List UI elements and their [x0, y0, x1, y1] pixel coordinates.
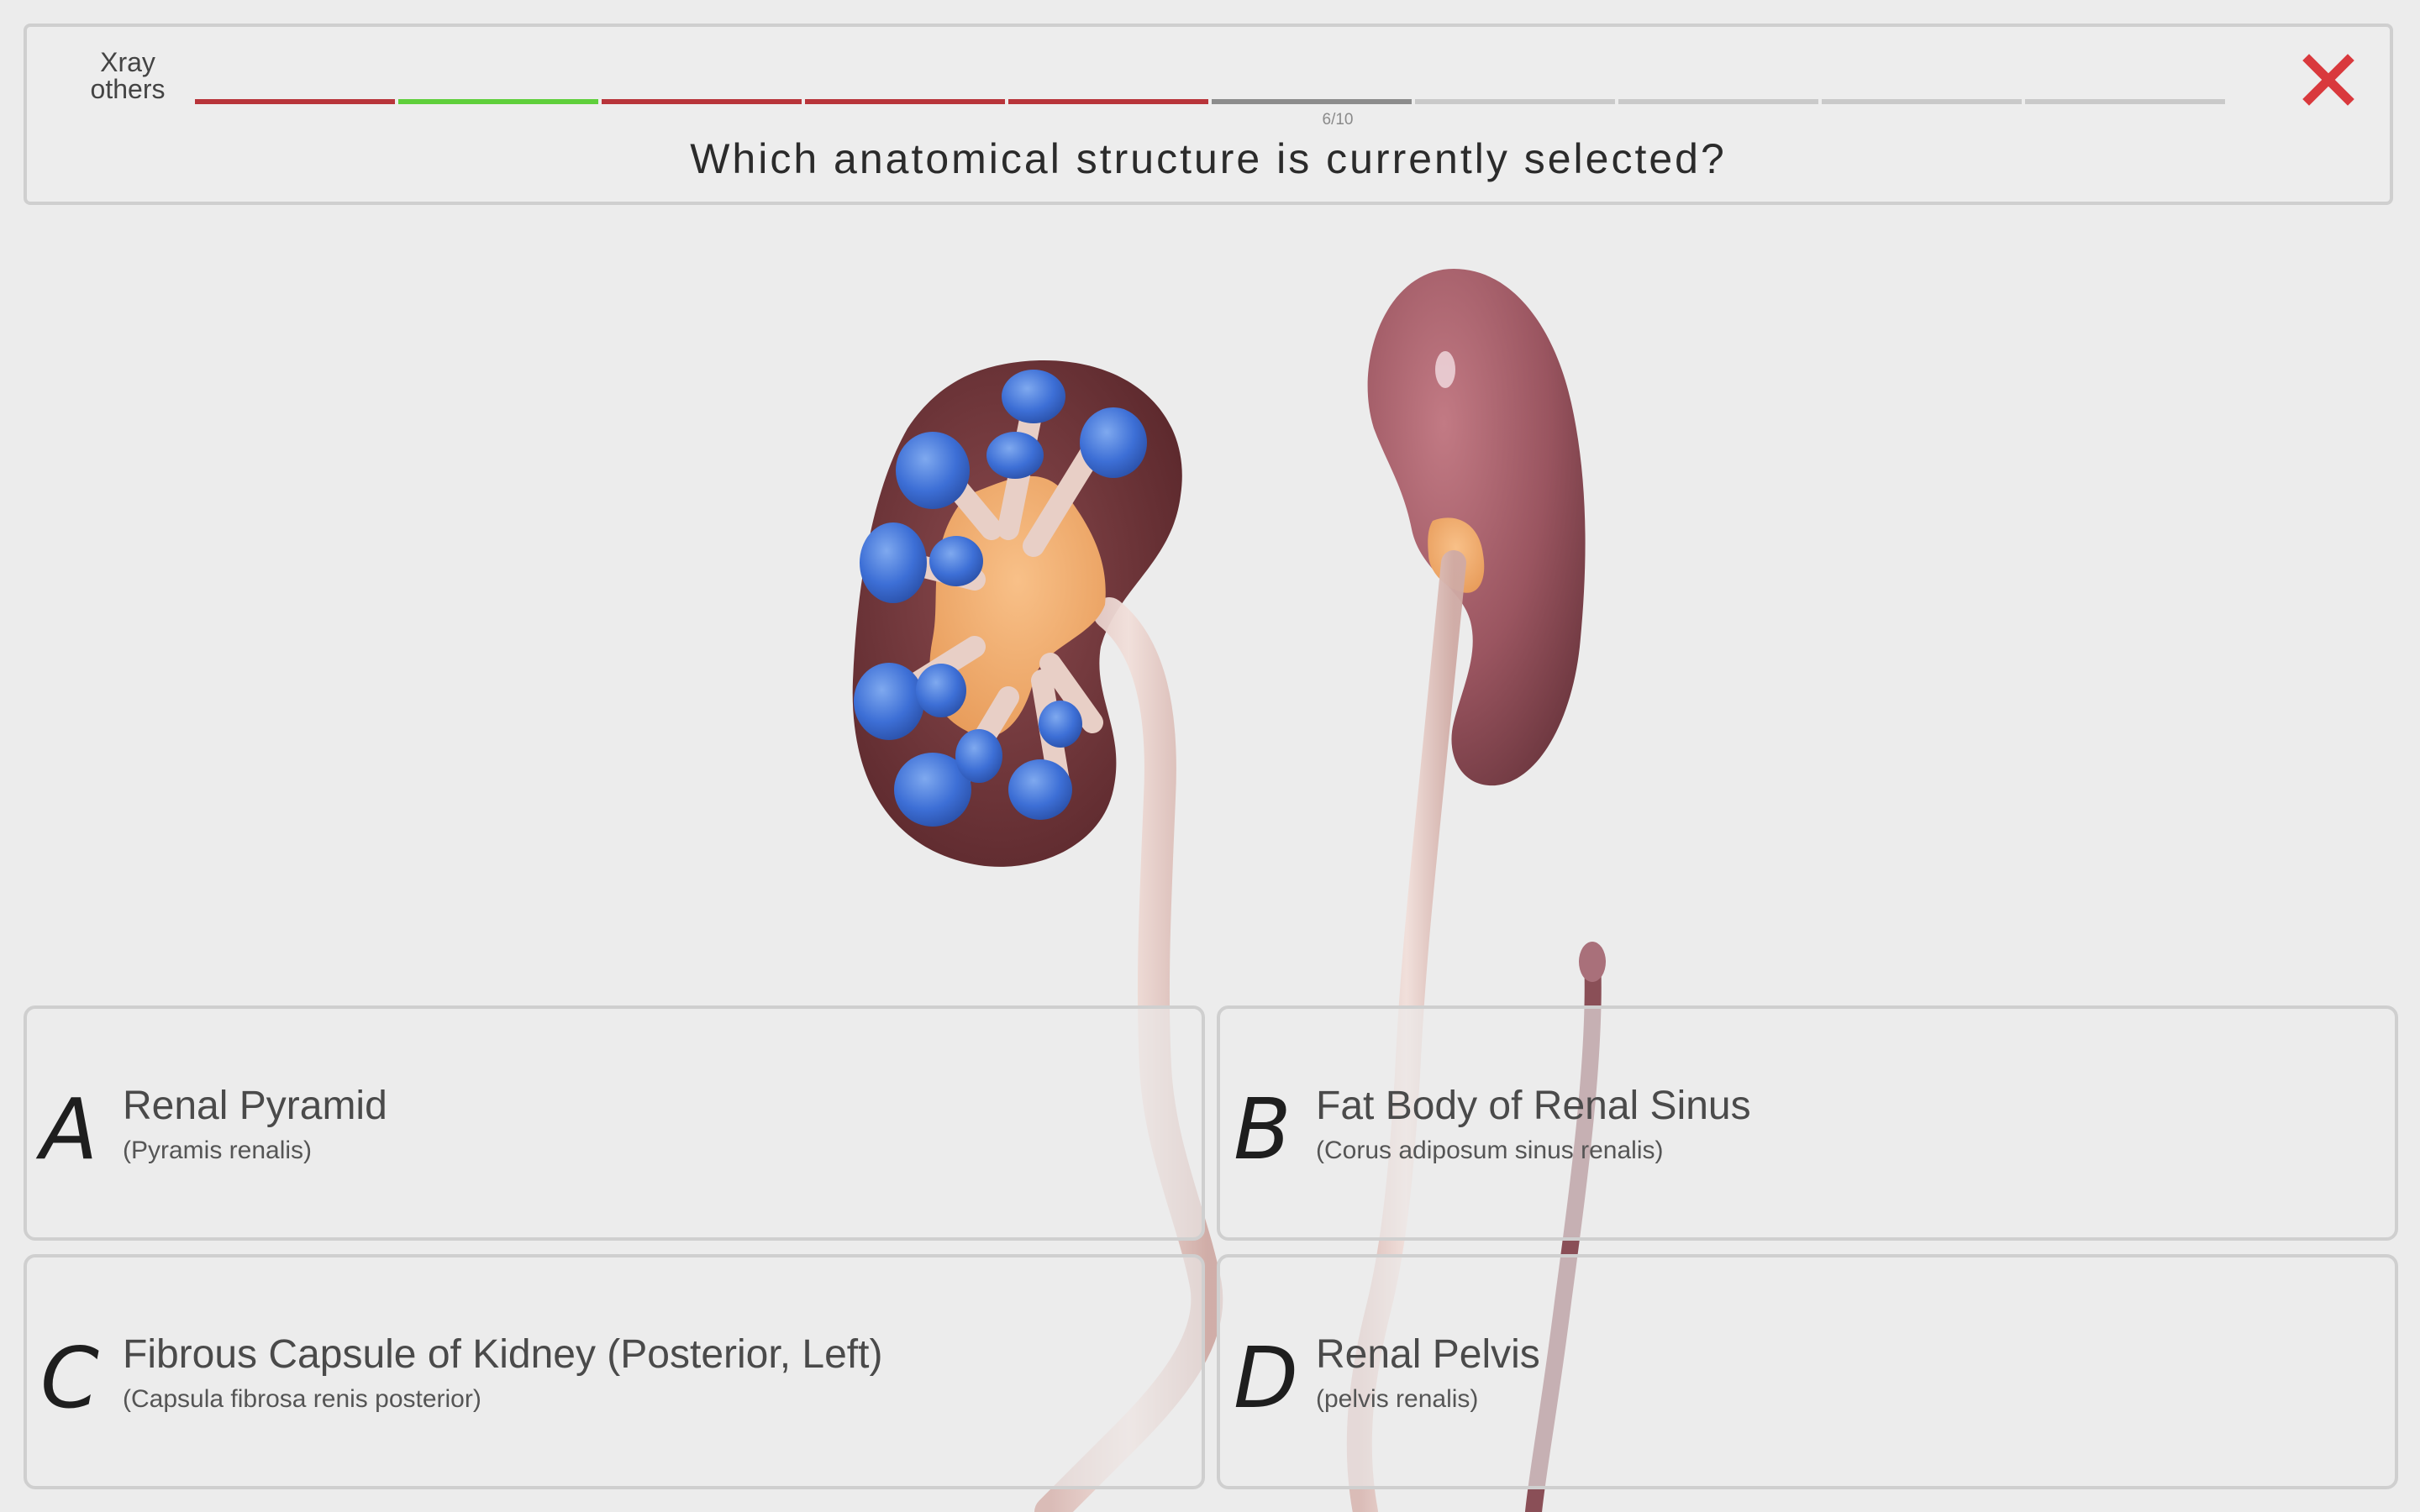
progress-segment-5 — [1008, 99, 1208, 104]
question-text: Which anatomical structure is currently … — [690, 135, 1727, 182]
progress-label: 6/10 — [1322, 111, 1354, 129]
close-icon — [2302, 54, 2354, 106]
progress-segment-9 — [1822, 99, 2022, 104]
answer-latin-name: (Pyramis renalis) — [123, 1137, 313, 1164]
answer-name: Renal Pelvis — [1316, 1332, 1540, 1377]
answer-letter: B — [1234, 1080, 1292, 1179]
progress-segment-6 — [1212, 99, 1412, 104]
answer-name: Fat Body of Renal Sinus — [1316, 1084, 1751, 1128]
progress-segment-8 — [1618, 99, 1818, 104]
progress-segment-1 — [195, 99, 395, 104]
category-label: Xray others — [90, 47, 166, 104]
close-button[interactable] — [2299, 50, 2358, 109]
answer-option-b[interactable]: B Fat Body of Renal Sinus (Corus adiposu… — [1217, 1005, 2398, 1241]
answer-name: Fibrous Capsule of Kidney (Posterior, Le… — [123, 1332, 883, 1377]
answer-option-a[interactable]: A Renal Pyramid (Pyramis renalis) — [24, 1005, 1205, 1241]
progress-bar: 6/10 — [195, 74, 2228, 129]
progress-segment-4 — [805, 99, 1005, 104]
answer-name: Renal Pyramid — [123, 1084, 387, 1128]
answer-option-d[interactable]: D Renal Pelvis (pelvis renalis) — [1217, 1254, 2398, 1489]
answer-letter: C — [40, 1329, 99, 1427]
answer-letter: D — [1234, 1329, 1299, 1427]
progress-segment-10 — [2025, 99, 2225, 104]
answer-latin-name: (Corus adiposum sinus renalis) — [1316, 1137, 1664, 1164]
answer-latin-name: (Capsula fibrosa renis posterior) — [123, 1385, 481, 1413]
answer-letter: A — [40, 1080, 98, 1179]
progress-segment-7 — [1415, 99, 1615, 104]
progress-segment-2 — [398, 99, 598, 104]
answer-latin-name: (pelvis renalis) — [1316, 1385, 1479, 1413]
progress-segment-3 — [602, 99, 802, 104]
quiz-header: Xray others 6/10 Which anatomical struct… — [24, 24, 2393, 205]
answer-option-c[interactable]: C Fibrous Capsule of Kidney (Posterior, … — [24, 1254, 1205, 1489]
